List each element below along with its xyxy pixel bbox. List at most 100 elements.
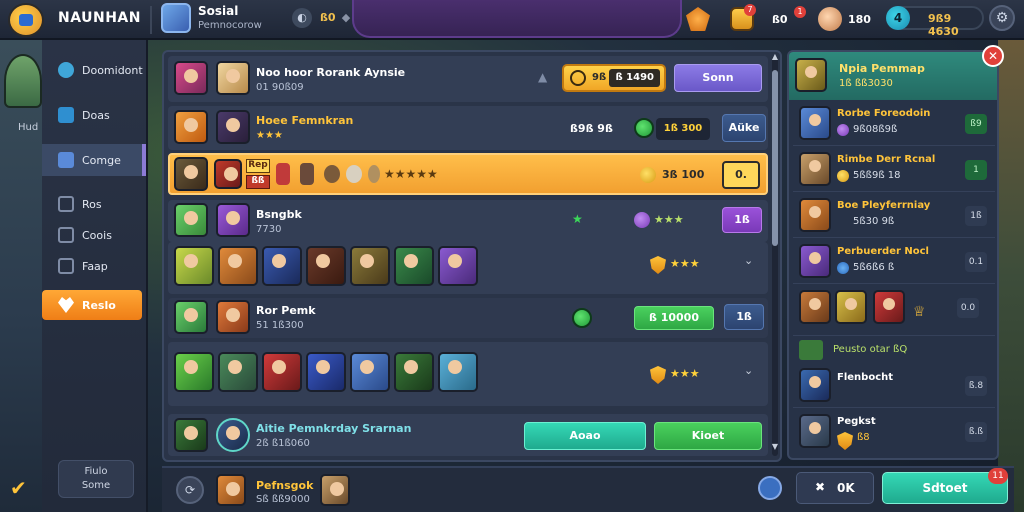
list-item[interactable]: Ror Pemk 51 1ß300 ß 10000 1ß	[168, 298, 768, 338]
energy-resource[interactable]: 180	[818, 6, 871, 32]
portrait-icon	[174, 157, 208, 191]
sidebar-item-ros[interactable]: Ros	[42, 190, 146, 218]
hero-card[interactable]	[174, 246, 214, 286]
item-badge: 0.1	[965, 252, 987, 272]
hero-card[interactable]	[218, 246, 258, 286]
list-item[interactable]: Aitie Pemnkrday Srarnan 2ß ß1ß060 Aoao K…	[168, 414, 768, 456]
list-item[interactable]: Noo hoor Rorank Aynsie 01 90ß09 ▲ 9ß ß 1…	[168, 56, 768, 102]
ok-button[interactable]: ✖ 0K	[796, 472, 874, 504]
hero-card[interactable]	[174, 352, 214, 392]
hero-card[interactable]	[262, 246, 302, 286]
hero-card[interactable]	[350, 352, 390, 392]
sidebar-bottom-button[interactable]: Fiulo Some	[58, 460, 134, 498]
list-item[interactable]: Perbuerder Nocl 5ß6ß6 ß 0.1	[793, 240, 995, 284]
right-panel-header: Npia Pemmap 1ß ßß3030	[789, 52, 997, 100]
item-name: Flenbocht	[837, 372, 894, 383]
chevron-down-icon[interactable]: ⌄	[744, 364, 753, 377]
item-badge: 1ß	[965, 206, 987, 226]
portrait-icon	[799, 152, 831, 186]
sidebar-item-reslo[interactable]: Reslo	[42, 290, 142, 320]
hero-card[interactable]	[306, 246, 346, 286]
portrait-icon	[174, 110, 208, 144]
list-item[interactable]: Flenbocht ß.8	[793, 364, 995, 408]
row-value: 3ß 100	[662, 168, 705, 181]
send-button[interactable]: Sonn	[674, 64, 762, 92]
hero-card[interactable]	[262, 352, 302, 392]
sidebar-item-label: Doomidont	[82, 63, 143, 77]
hero-card[interactable]	[438, 352, 478, 392]
sidebar-item-faap[interactable]: Faap	[42, 252, 146, 280]
egg-icon	[346, 165, 362, 183]
hero-card[interactable]	[218, 352, 258, 392]
portrait-icon	[216, 474, 246, 506]
price-button[interactable]: ß 10000	[634, 306, 714, 330]
portrait-icon	[795, 58, 827, 92]
hero-group[interactable]: ♕ 0.0	[793, 286, 995, 336]
secondary-button[interactable]: Aoao	[524, 422, 646, 450]
list-item[interactable]: Rimbe Derr Rcnal 5ßß9ß 18 1	[793, 148, 995, 192]
bottom-name: Pefnsgok	[256, 479, 314, 492]
scroll-up-arrow-icon[interactable]: ▲	[768, 52, 782, 62]
selected-row[interactable]: Rep ßß ★★★★★ 3ß 100 0.	[168, 153, 768, 195]
dice-icon[interactable]: ◐	[292, 8, 312, 28]
hero-card[interactable]	[306, 352, 346, 392]
select-badge: 11	[988, 468, 1008, 484]
game-logo-icon[interactable]	[8, 3, 44, 37]
shuffle-icon: ✖	[815, 480, 826, 494]
sidebar-item-dashboard[interactable]: Doomidont	[42, 56, 146, 84]
price-pill[interactable]: 9ß ß 1490	[562, 64, 666, 92]
refresh-icon[interactable]: ⟳	[176, 476, 204, 504]
rating-stars: ★★★★★	[384, 167, 438, 181]
hero-card[interactable]	[394, 246, 434, 286]
shield-icon	[650, 256, 666, 274]
right-panel-subtitle: 1ß ßß3030	[839, 78, 893, 89]
portrait-icon	[799, 290, 831, 324]
hero-portrait[interactable]	[4, 54, 42, 108]
coin-icon	[570, 70, 586, 86]
row-name: Aitie Pemnkrday Srarnan	[256, 422, 412, 435]
portrait-icon	[835, 290, 867, 324]
action-button[interactable]: 0.	[722, 161, 760, 189]
item-value: 5ß6ß6 ß	[853, 262, 895, 273]
caret-up-icon[interactable]: ▲	[538, 70, 547, 84]
sidebar-bottom-line1: Fiulo	[84, 466, 108, 477]
sidebar-item-coois[interactable]: Coois	[42, 221, 146, 249]
scrollbar-thumb[interactable]	[772, 70, 778, 246]
top-banner	[352, 0, 682, 38]
main-panel: Noo hoor Rorank Aynsie 01 90ß09 ▲ 9ß ß 1…	[162, 50, 782, 462]
action-button[interactable]: 1ß	[724, 304, 764, 330]
chevron-down-icon[interactable]: ⌄	[744, 254, 753, 267]
list-item[interactable]: Pegkst ß8 ß.ß	[793, 410, 995, 454]
currency-pill[interactable]: 4 9ß9 4630	[886, 6, 984, 38]
player-avatar[interactable]	[161, 3, 191, 33]
sidebar-item-deals[interactable]: Doas	[42, 101, 146, 129]
list-item[interactable]: Rorbe Foreodoin 9ß08ß9ß ß9	[793, 102, 995, 146]
sidebar-item-label: Doas	[82, 108, 110, 122]
list-item[interactable]: Boe Pleyferrniay 5ß30 9ß 1ß	[793, 194, 995, 238]
portrait-icon	[799, 198, 831, 232]
coin-icon	[837, 170, 849, 182]
list-item[interactable]: Bsngbk 7730 ★ ★★★ 1ß	[168, 200, 768, 242]
action-button[interactable]: Aüke	[722, 114, 766, 142]
checkmark-icon[interactable]: ✔	[10, 476, 36, 502]
hero-card[interactable]	[350, 246, 390, 286]
list-item[interactable]: Peusto otar ßQ	[793, 336, 995, 364]
sidebar-item-comge[interactable]: Comge	[42, 144, 146, 176]
hero-card[interactable]	[438, 246, 478, 286]
background-right	[998, 40, 1024, 512]
hero-card[interactable]	[394, 352, 434, 392]
portrait-icon	[799, 106, 831, 140]
trophy-resource[interactable]	[686, 6, 710, 32]
row-subtitle: 01 90ß09	[256, 82, 304, 93]
action-button[interactable]: 1ß	[722, 207, 762, 233]
gear-icon[interactable]: ⚙	[989, 5, 1015, 31]
close-icon[interactable]: ✕	[982, 45, 1004, 67]
potion-icon	[276, 163, 290, 185]
list-item[interactable]: Hoee Femnkran ★★★ ß9ß 9ß 1ß 300 Aüke	[168, 106, 768, 150]
scroll-down-arrow-icon[interactable]: ▼	[768, 442, 782, 452]
primary-button[interactable]: Kioet	[654, 422, 762, 450]
swirl-icon[interactable]	[758, 476, 782, 500]
portrait-icon	[799, 368, 831, 402]
gem-resource[interactable]: ß0	[772, 6, 788, 32]
hero-grid-row: ★★★ ⌄	[168, 342, 768, 406]
